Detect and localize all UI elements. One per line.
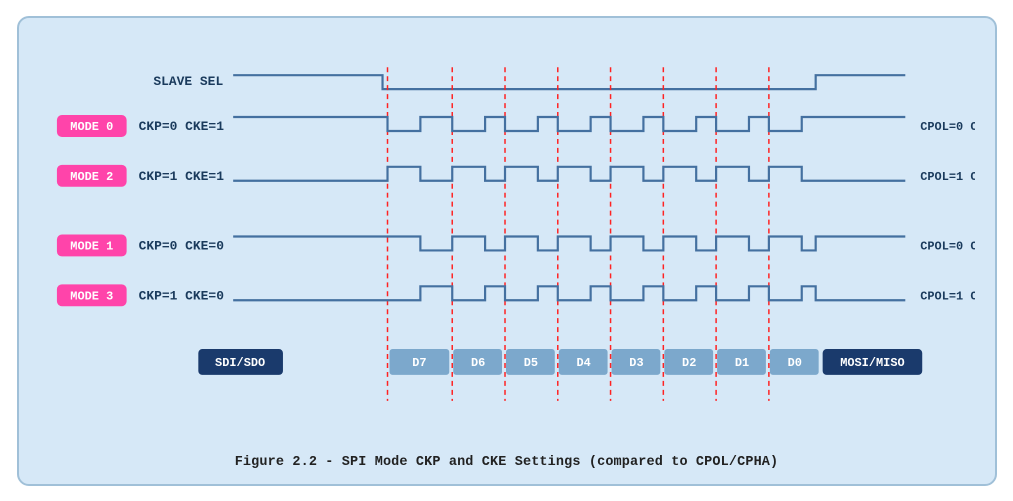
mode3-ckp: CKP=1 CKE=0 xyxy=(138,288,224,303)
diagram-area: .mono { font-family: 'Courier New', Cour… xyxy=(39,36,975,447)
mode1-ckp: CKP=0 CKE=0 xyxy=(138,238,224,253)
mode2-ckp: CKP=1 CKE=1 xyxy=(138,168,224,183)
mode0-badge: MODE 0 xyxy=(70,119,113,133)
mode0-ckp: CKP=0 CKE=1 xyxy=(138,118,224,133)
mode3-cpol: CPOL=1 CPHA=1 xyxy=(920,289,975,303)
mode2-cpol: CPOL=1 CPHA=0 xyxy=(920,169,975,183)
slave-sel-label: SLAVE SEL xyxy=(153,74,223,89)
mode1-badge: MODE 1 xyxy=(70,239,113,253)
bit-d4: D4 xyxy=(576,355,590,369)
diagram-container: .mono { font-family: 'Courier New', Cour… xyxy=(17,16,997,486)
mode3-badge: MODE 3 xyxy=(70,289,113,303)
bit-d6: D6 xyxy=(470,355,484,369)
bit-d0: D0 xyxy=(787,355,801,369)
mode2-badge: MODE 2 xyxy=(70,169,113,183)
bit-d5: D5 xyxy=(523,355,537,369)
bit-d1: D1 xyxy=(734,355,748,369)
bit-d7: D7 xyxy=(412,355,426,369)
bit-d3: D3 xyxy=(629,355,643,369)
mosi-miso-label: MOSI/MISO xyxy=(840,355,904,369)
mode1-cpol: CPOL=0 CPHA=1 xyxy=(920,239,975,253)
mode0-cpol: CPOL=0 CPHA=0 xyxy=(920,119,975,133)
sdi-sdo-label: SDI/SDO xyxy=(215,355,265,369)
figure-caption: Figure 2.2 - SPI Mode CKP and CKE Settin… xyxy=(235,455,779,470)
bit-d2: D2 xyxy=(682,355,696,369)
